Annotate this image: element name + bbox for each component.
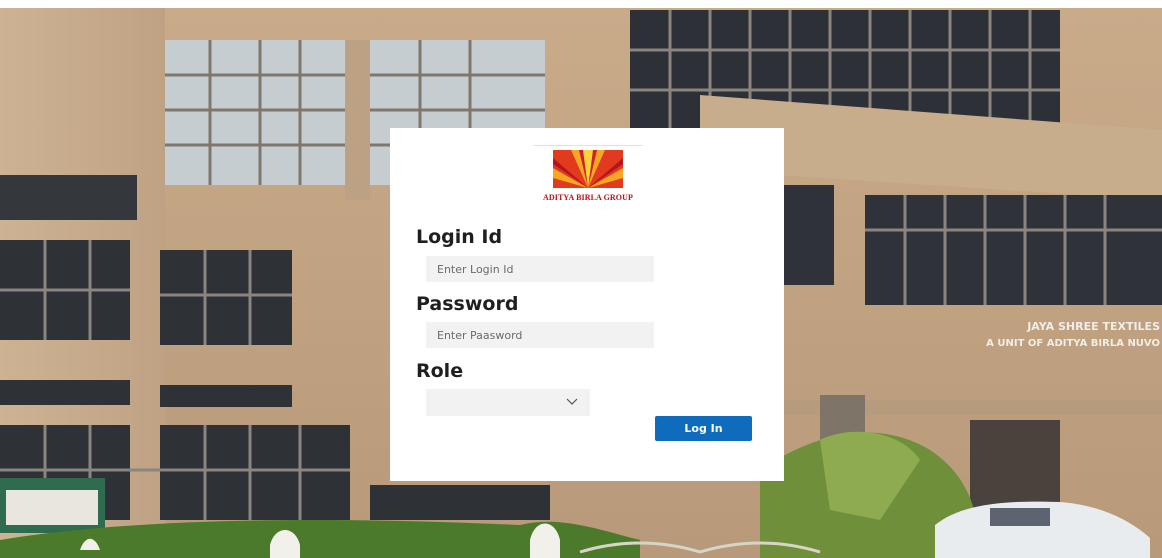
log-in-button[interactable]: Log In <box>655 416 752 441</box>
aditya-birla-sun-logo-icon <box>553 150 623 188</box>
brand-logo: ADITYA BIRLA GROUP <box>533 145 643 205</box>
role-label: Role <box>416 360 464 382</box>
role-dropdown[interactable] <box>426 389 590 416</box>
logo-divider <box>533 145 643 146</box>
chevron-down-icon <box>566 398 578 405</box>
building-sign-line-2: A UNIT OF ADITYA BIRLA NUVO <box>986 338 1160 349</box>
password-input[interactable] <box>426 322 654 348</box>
login-id-label: Login Id <box>416 226 503 248</box>
password-label: Password <box>416 293 519 315</box>
login-card: ADITYA BIRLA GROUP Login Id Password Rol… <box>390 128 784 481</box>
login-id-input[interactable] <box>426 256 654 282</box>
building-sign-line-1: JAYA SHREE TEXTILES <box>1026 320 1160 333</box>
brand-name: ADITYA BIRLA GROUP <box>543 193 633 202</box>
